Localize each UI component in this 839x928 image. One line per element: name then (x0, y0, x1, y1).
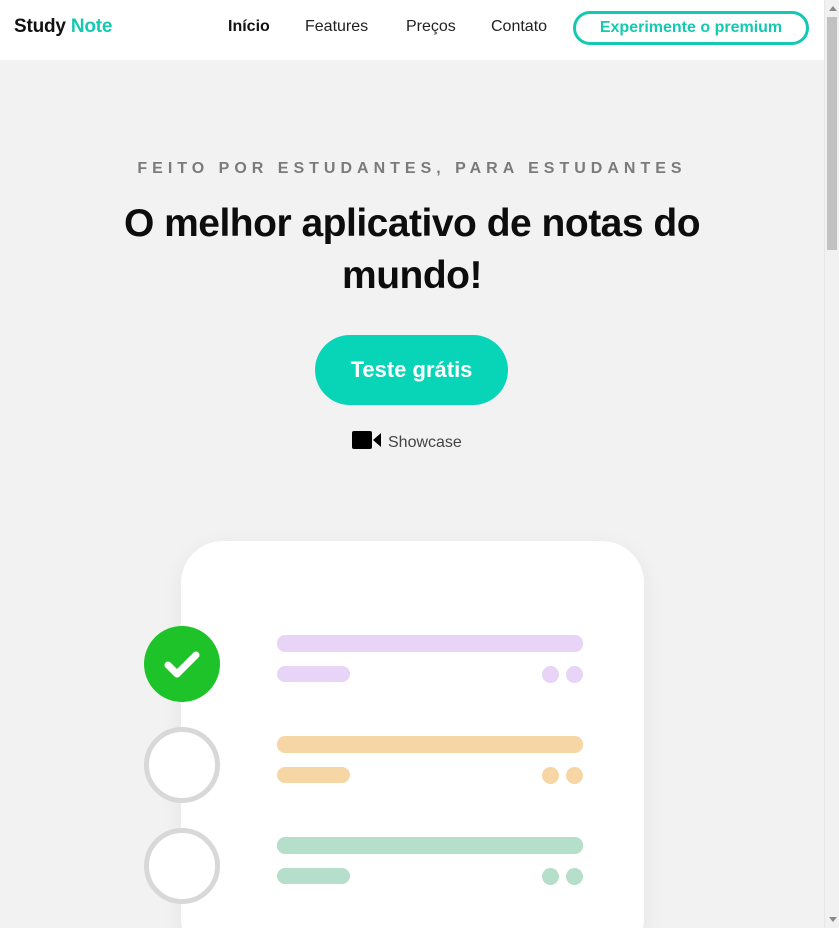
showcase-label: Showcase (388, 434, 462, 451)
scroll-up-arrow-icon[interactable] (829, 6, 837, 11)
showcase-link[interactable]: Showcase (352, 428, 462, 452)
nav-link-precos[interactable]: Preços (406, 18, 456, 36)
premium-button[interactable]: Experimente o premium (573, 11, 809, 45)
nav-link-inicio[interactable]: Início (228, 18, 270, 36)
nav-link-contato[interactable]: Contato (491, 18, 547, 36)
hero-eyebrow: FEITO POR ESTUDANTES, PARA ESTUDANTES (137, 160, 687, 177)
task-checkbox-checked[interactable] (144, 626, 220, 702)
scroll-down-arrow-icon[interactable] (829, 917, 837, 922)
video-camera-icon (352, 431, 381, 449)
task-tag-dot (566, 767, 583, 784)
task-subtitle-placeholder (277, 767, 350, 783)
task-tag-dot (542, 767, 559, 784)
check-icon (164, 651, 200, 678)
logo[interactable]: Study Note (14, 16, 112, 38)
task-tag-dot (566, 868, 583, 885)
nav-link-features[interactable]: Features (305, 18, 368, 36)
task-title-placeholder (277, 736, 583, 753)
task-subtitle-placeholder (277, 666, 350, 682)
site-header: Study Note Início Features Preços Contat… (0, 0, 824, 60)
logo-accent-text: Note (70, 16, 113, 37)
scrollbar-thumb[interactable] (827, 17, 837, 250)
task-subtitle-placeholder (277, 868, 350, 884)
task-title-placeholder (277, 837, 583, 854)
task-title-placeholder (277, 635, 583, 652)
hero-title: O melhor aplicativo de notas do mundo! (123, 202, 701, 297)
task-tag-dot (542, 666, 559, 683)
task-checkbox-empty[interactable] (144, 727, 220, 803)
task-checkbox-empty[interactable] (144, 828, 220, 904)
free-trial-button[interactable]: Teste grátis (315, 335, 508, 405)
task-tag-dot (542, 868, 559, 885)
task-tag-dot (566, 666, 583, 683)
logo-primary-text: Study (14, 16, 66, 37)
scrollbar[interactable] (824, 0, 839, 928)
